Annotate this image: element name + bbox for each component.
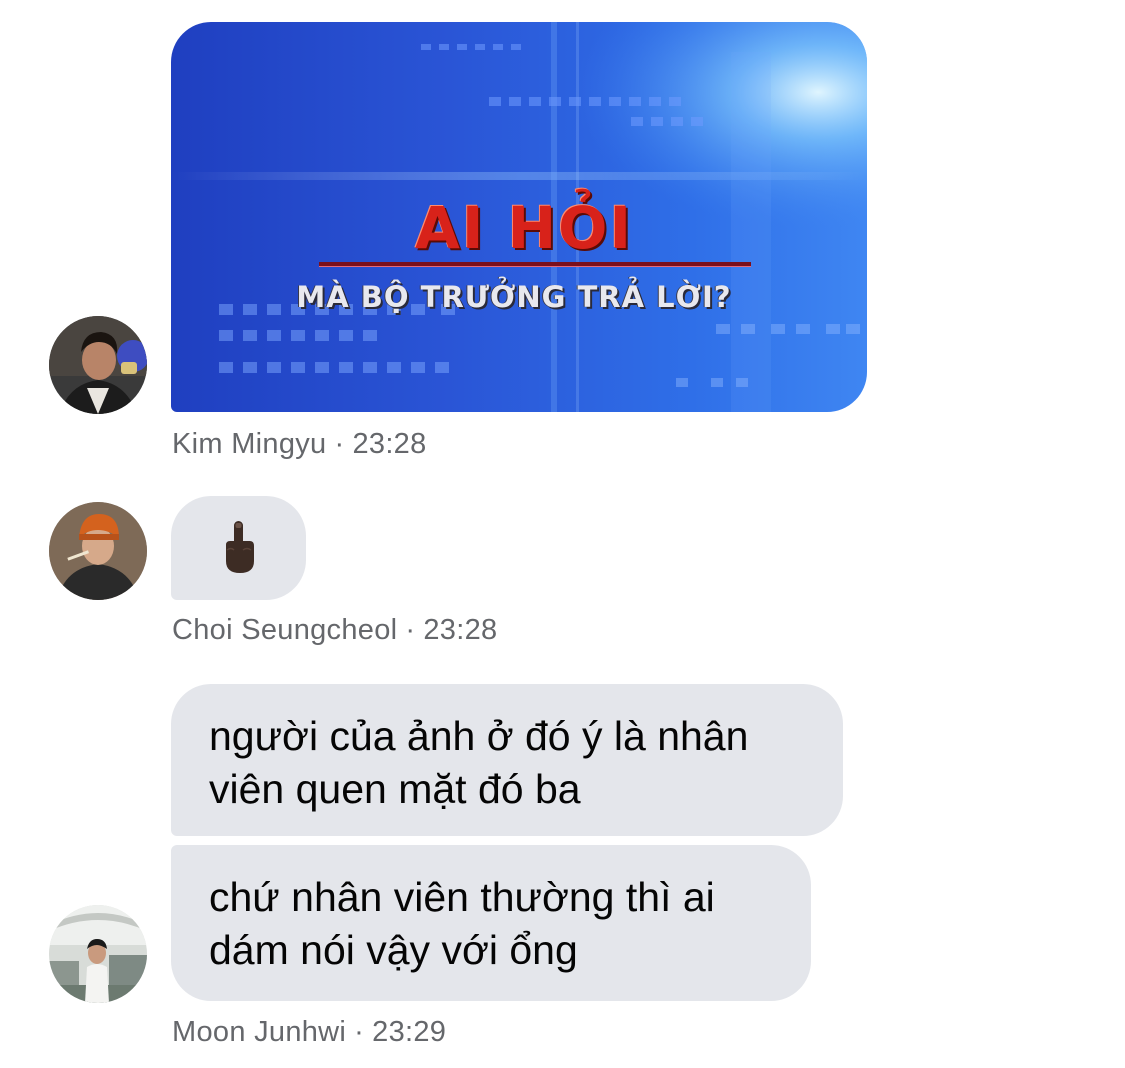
avatar-choi-seungcheol[interactable] xyxy=(49,502,147,600)
meta-separator: · xyxy=(405,614,416,646)
sender-name: Choi Seungcheol xyxy=(172,614,398,646)
news-title: AI HỎI xyxy=(414,194,634,262)
message-time: 23:28 xyxy=(352,428,427,460)
avatar-kim-mingyu[interactable] xyxy=(49,316,147,414)
image-message[interactable]: AI HỎI MÀ BỘ TRƯỞNG TRẢ LỜI? xyxy=(171,22,867,412)
avatar-photo-icon xyxy=(49,905,147,1003)
meta-separator: · xyxy=(334,428,345,460)
avatar-photo-icon xyxy=(49,316,147,414)
message-meta: Moon Junhwi · 23:29 xyxy=(172,1016,446,1049)
meta-separator: · xyxy=(354,1016,365,1048)
news-subtitle: MÀ BỘ TRƯỞNG TRẢ LỜI? xyxy=(296,280,732,314)
text-message[interactable]: chứ nhân viên thường thì ai dám nói vậy … xyxy=(171,845,811,1001)
middle-finger-icon xyxy=(225,521,254,573)
message-meta: Choi Seungcheol · 23:28 xyxy=(172,614,497,647)
news-divider xyxy=(319,262,751,266)
message-meta: Kim Mingyu · 23:28 xyxy=(172,428,427,461)
message-time: 23:29 xyxy=(372,1016,447,1048)
message-time: 23:28 xyxy=(423,614,498,646)
sender-name: Kim Mingyu xyxy=(172,428,327,460)
chat-thread: AI HỎI MÀ BỘ TRƯỞNG TRẢ LỜI? Kim Mingyu ·… xyxy=(0,0,1125,1068)
text-message[interactable]: người của ảnh ở đó ý là nhân viên quen m… xyxy=(171,684,843,836)
avatar-photo-icon xyxy=(49,502,147,600)
emoji-message[interactable] xyxy=(171,496,306,600)
avatar-moon-junhwi[interactable] xyxy=(49,905,147,1003)
sender-name: Moon Junhwi xyxy=(172,1016,347,1048)
